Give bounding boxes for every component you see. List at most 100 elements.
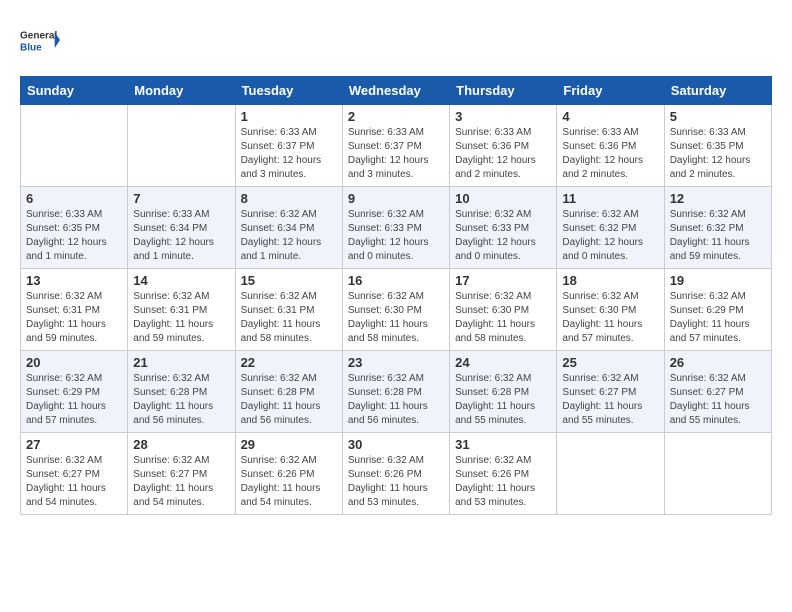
calendar-cell: 18 Sunrise: 6:32 AM Sunset: 6:30 PM Dayli… — [557, 269, 664, 351]
day-info: Sunrise: 6:32 AM Sunset: 6:26 PM Dayligh… — [348, 454, 444, 510]
calendar-cell: 12 Sunrise: 6:32 AM Sunset: 6:32 PM Dayli… — [664, 187, 771, 269]
calendar-cell: 23 Sunrise: 6:32 AM Sunset: 6:28 PM Dayli… — [342, 351, 449, 433]
day-number: 23 — [348, 355, 444, 370]
day-info: Sunrise: 6:32 AM Sunset: 6:27 PM Dayligh… — [670, 372, 766, 428]
calendar-cell: 8 Sunrise: 6:32 AM Sunset: 6:34 PM Daylig… — [235, 187, 342, 269]
calendar-cell: 14 Sunrise: 6:32 AM Sunset: 6:31 PM Dayli… — [128, 269, 235, 351]
day-info: Sunrise: 6:32 AM Sunset: 6:26 PM Dayligh… — [455, 454, 551, 510]
day-info: Sunrise: 6:32 AM Sunset: 6:28 PM Dayligh… — [348, 372, 444, 428]
calendar-cell: 2 Sunrise: 6:33 AM Sunset: 6:37 PM Daylig… — [342, 105, 449, 187]
calendar-cell: 3 Sunrise: 6:33 AM Sunset: 6:36 PM Daylig… — [450, 105, 557, 187]
day-number: 30 — [348, 437, 444, 452]
day-number: 20 — [26, 355, 122, 370]
calendar-cell: 5 Sunrise: 6:33 AM Sunset: 6:35 PM Daylig… — [664, 105, 771, 187]
calendar-cell: 26 Sunrise: 6:32 AM Sunset: 6:27 PM Dayli… — [664, 351, 771, 433]
calendar-cell — [664, 433, 771, 515]
day-info: Sunrise: 6:32 AM Sunset: 6:30 PM Dayligh… — [455, 290, 551, 346]
page-header: General Blue — [20, 20, 772, 60]
calendar-weekday-tuesday: Tuesday — [235, 77, 342, 105]
calendar-week-row: 27 Sunrise: 6:32 AM Sunset: 6:27 PM Dayli… — [21, 433, 772, 515]
calendar-cell: 15 Sunrise: 6:32 AM Sunset: 6:31 PM Dayli… — [235, 269, 342, 351]
day-number: 6 — [26, 191, 122, 206]
calendar-weekday-monday: Monday — [128, 77, 235, 105]
day-number: 1 — [241, 109, 337, 124]
calendar-cell: 21 Sunrise: 6:32 AM Sunset: 6:28 PM Dayli… — [128, 351, 235, 433]
day-info: Sunrise: 6:32 AM Sunset: 6:28 PM Dayligh… — [241, 372, 337, 428]
day-info: Sunrise: 6:33 AM Sunset: 6:36 PM Dayligh… — [562, 126, 658, 182]
calendar-cell: 6 Sunrise: 6:33 AM Sunset: 6:35 PM Daylig… — [21, 187, 128, 269]
calendar-cell: 25Sunrise: 6:32 AM Sunset: 6:27 PM Dayli… — [557, 351, 664, 433]
day-number: 14 — [133, 273, 229, 288]
day-info: Sunrise: 6:32 AM Sunset: 6:26 PM Dayligh… — [241, 454, 337, 510]
day-info: Sunrise: 6:32 AM Sunset: 6:29 PM Dayligh… — [670, 290, 766, 346]
logo: General Blue — [20, 20, 60, 60]
calendar-week-row: 1 Sunrise: 6:33 AM Sunset: 6:37 PM Daylig… — [21, 105, 772, 187]
day-info: Sunrise: 6:33 AM Sunset: 6:36 PM Dayligh… — [455, 126, 551, 182]
day-info: Sunrise: 6:32 AM Sunset: 6:28 PM Dayligh… — [133, 372, 229, 428]
calendar-week-row: 13 Sunrise: 6:32 AM Sunset: 6:31 PM Dayli… — [21, 269, 772, 351]
calendar-cell: 16Sunrise: 6:32 AM Sunset: 6:30 PM Dayli… — [342, 269, 449, 351]
calendar-cell — [21, 105, 128, 187]
day-number: 12 — [670, 191, 766, 206]
day-number: 25 — [562, 355, 658, 370]
day-number: 7 — [133, 191, 229, 206]
day-number: 27 — [26, 437, 122, 452]
calendar-cell: 27Sunrise: 6:32 AM Sunset: 6:27 PM Dayli… — [21, 433, 128, 515]
calendar-table: SundayMondayTuesdayWednesdayThursdayFrid… — [20, 76, 772, 515]
day-number: 4 — [562, 109, 658, 124]
day-info: Sunrise: 6:32 AM Sunset: 6:31 PM Dayligh… — [26, 290, 122, 346]
day-info: Sunrise: 6:33 AM Sunset: 6:37 PM Dayligh… — [348, 126, 444, 182]
calendar-week-row: 20 Sunrise: 6:32 AM Sunset: 6:29 PM Dayli… — [21, 351, 772, 433]
calendar-cell: 31Sunrise: 6:32 AM Sunset: 6:26 PM Dayli… — [450, 433, 557, 515]
day-info: Sunrise: 6:32 AM Sunset: 6:28 PM Dayligh… — [455, 372, 551, 428]
calendar-cell: 28 Sunrise: 6:32 AM Sunset: 6:27 PM Dayli… — [128, 433, 235, 515]
calendar-week-row: 6 Sunrise: 6:33 AM Sunset: 6:35 PM Daylig… — [21, 187, 772, 269]
day-number: 16 — [348, 273, 444, 288]
day-number: 9 — [348, 191, 444, 206]
day-info: Sunrise: 6:32 AM Sunset: 6:33 PM Dayligh… — [455, 208, 551, 264]
day-info: Sunrise: 6:32 AM Sunset: 6:32 PM Dayligh… — [670, 208, 766, 264]
day-info: Sunrise: 6:32 AM Sunset: 6:27 PM Dayligh… — [133, 454, 229, 510]
day-number: 18 — [562, 273, 658, 288]
day-info: Sunrise: 6:32 AM Sunset: 6:33 PM Dayligh… — [348, 208, 444, 264]
day-number: 13 — [26, 273, 122, 288]
day-info: Sunrise: 6:33 AM Sunset: 6:35 PM Dayligh… — [670, 126, 766, 182]
calendar-cell: 17Sunrise: 6:32 AM Sunset: 6:30 PM Dayli… — [450, 269, 557, 351]
day-info: Sunrise: 6:32 AM Sunset: 6:31 PM Dayligh… — [133, 290, 229, 346]
day-number: 2 — [348, 109, 444, 124]
calendar-cell: 10 Sunrise: 6:32 AM Sunset: 6:33 PM Dayli… — [450, 187, 557, 269]
calendar-cell: 1 Sunrise: 6:33 AM Sunset: 6:37 PM Daylig… — [235, 105, 342, 187]
day-number: 19 — [670, 273, 766, 288]
calendar-cell: 4 Sunrise: 6:33 AM Sunset: 6:36 PM Daylig… — [557, 105, 664, 187]
day-number: 28 — [133, 437, 229, 452]
calendar-cell: 30 Sunrise: 6:32 AM Sunset: 6:26 PM Dayli… — [342, 433, 449, 515]
day-number: 24 — [455, 355, 551, 370]
calendar-weekday-friday: Friday — [557, 77, 664, 105]
calendar-cell: 19 Sunrise: 6:32 AM Sunset: 6:29 PM Dayli… — [664, 269, 771, 351]
day-number: 21 — [133, 355, 229, 370]
calendar-header-row: SundayMondayTuesdayWednesdayThursdayFrid… — [21, 77, 772, 105]
calendar-cell: 22 Sunrise: 6:32 AM Sunset: 6:28 PM Dayli… — [235, 351, 342, 433]
calendar-cell: 7 Sunrise: 6:33 AM Sunset: 6:34 PM Daylig… — [128, 187, 235, 269]
calendar-cell — [128, 105, 235, 187]
day-info: Sunrise: 6:33 AM Sunset: 6:34 PM Dayligh… — [133, 208, 229, 264]
day-number: 3 — [455, 109, 551, 124]
day-number: 10 — [455, 191, 551, 206]
calendar-weekday-sunday: Sunday — [21, 77, 128, 105]
calendar-weekday-wednesday: Wednesday — [342, 77, 449, 105]
day-info: Sunrise: 6:33 AM Sunset: 6:37 PM Dayligh… — [241, 126, 337, 182]
day-info: Sunrise: 6:32 AM Sunset: 6:34 PM Dayligh… — [241, 208, 337, 264]
calendar-cell — [557, 433, 664, 515]
day-number: 5 — [670, 109, 766, 124]
day-number: 8 — [241, 191, 337, 206]
calendar-cell: 20 Sunrise: 6:32 AM Sunset: 6:29 PM Dayli… — [21, 351, 128, 433]
day-number: 15 — [241, 273, 337, 288]
day-info: Sunrise: 6:32 AM Sunset: 6:29 PM Dayligh… — [26, 372, 122, 428]
day-number: 22 — [241, 355, 337, 370]
general-blue-logo-icon: General Blue — [20, 20, 60, 60]
day-info: Sunrise: 6:33 AM Sunset: 6:35 PM Dayligh… — [26, 208, 122, 264]
calendar-cell: 9 Sunrise: 6:32 AM Sunset: 6:33 PM Daylig… — [342, 187, 449, 269]
day-info: Sunrise: 6:32 AM Sunset: 6:30 PM Dayligh… — [562, 290, 658, 346]
day-info: Sunrise: 6:32 AM Sunset: 6:31 PM Dayligh… — [241, 290, 337, 346]
day-number: 26 — [670, 355, 766, 370]
